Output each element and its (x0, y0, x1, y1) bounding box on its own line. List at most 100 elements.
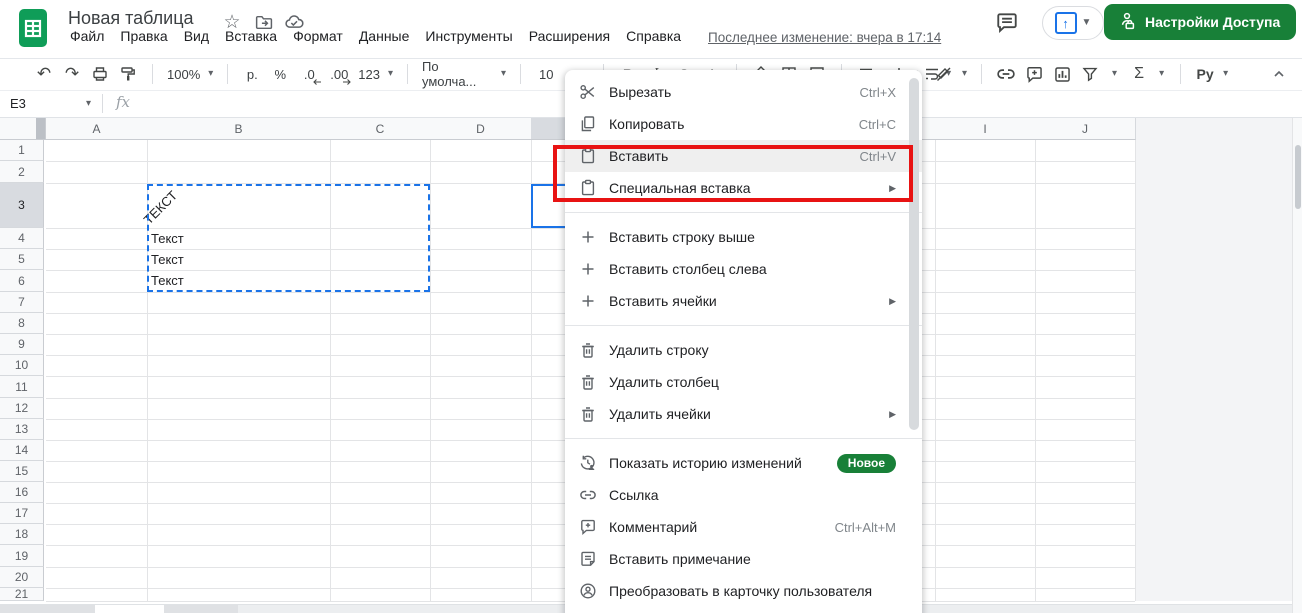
select-all-corner[interactable] (0, 118, 46, 140)
redo-button[interactable]: ↷ (58, 62, 86, 86)
row-header-21[interactable]: 21 (0, 587, 44, 601)
menu-item-insert-note[interactable]: Вставить примечание (565, 543, 922, 575)
menu-item-show-edit-history[interactable]: Показать историю изменений Новое (565, 447, 922, 479)
row-header-13[interactable]: 13 (0, 419, 44, 440)
submenu-arrow-icon: ▶ (889, 182, 896, 193)
menubar-item-4[interactable]: Формат (293, 28, 343, 44)
row-header-9[interactable]: 9 (0, 334, 44, 355)
row-header-14[interactable]: 14 (0, 440, 44, 461)
column-header-c[interactable]: C (330, 118, 431, 140)
row-header-19[interactable]: 19 (0, 545, 44, 567)
menu-item-delete-column[interactable]: Удалить столбец (565, 366, 922, 398)
menubar-item-7[interactable]: Расширения (529, 28, 610, 44)
row-header-20[interactable]: 20 (0, 567, 44, 588)
google-sheets-app: ТЕКСТ Текст Текст Текст ABCDEFGHIJ 12345… (0, 0, 1302, 613)
trash-icon (579, 405, 597, 423)
row-header-3[interactable]: 3 (0, 183, 44, 228)
publish-button[interactable]: ↑ ▼ (1042, 6, 1104, 40)
column-header-i[interactable]: I (935, 118, 1036, 140)
column-header-d[interactable]: D (430, 118, 532, 140)
row-header-1[interactable]: 1 (0, 140, 44, 161)
zoom-select[interactable]: 100% ▾ (163, 62, 217, 86)
row-header-2[interactable]: 2 (0, 161, 44, 183)
hide-toolbar-button[interactable] (1266, 62, 1292, 86)
submenu-arrow-icon: ▶ (889, 295, 896, 306)
menubar-item-8[interactable]: Справка (626, 28, 681, 44)
menu-item-comment[interactable]: Комментарий Ctrl+Alt+M (565, 511, 922, 543)
number-format-select[interactable]: 123 ▾ (354, 62, 397, 86)
menu-divider (565, 325, 922, 326)
row-header-12[interactable]: 12 (0, 398, 44, 419)
text-rotation-button[interactable] (930, 62, 958, 86)
row-header-15[interactable]: 15 (0, 461, 44, 482)
menubar: Файл Правка Вид Вставка Формат Данные Инструме… (70, 28, 681, 44)
insert-link-button[interactable] (992, 62, 1020, 86)
comments-button[interactable] (992, 8, 1022, 38)
menu-item-insert-cells[interactable]: Вставить ячейки ▶ (565, 285, 922, 317)
last-edit-link[interactable]: Последнее изменение: вчера в 17:14 (708, 30, 941, 45)
copied-range-marquee (147, 184, 430, 292)
menu-item-delete-row[interactable]: Удалить строку (565, 334, 922, 366)
menubar-item-3[interactable]: Вставка (225, 28, 277, 44)
plus-icon (579, 292, 597, 310)
row-header-11[interactable]: 11 (0, 376, 44, 398)
menubar-item-6[interactable]: Инструменты (425, 28, 512, 44)
name-box[interactable]: E3 (0, 90, 100, 117)
active-sheet-tab[interactable] (95, 605, 164, 613)
share-button[interactable]: Настройки Доступа (1104, 4, 1297, 40)
row-header-18[interactable]: 18 (0, 524, 44, 545)
sheet-bar-buttons[interactable] (0, 605, 95, 613)
currency-format-button[interactable]: р. (238, 62, 266, 86)
column-header-a[interactable]: A (46, 118, 148, 140)
insert-comment-button[interactable] (1020, 62, 1048, 86)
row-header-6[interactable]: 6 (0, 270, 44, 292)
person-lock-icon (1120, 11, 1136, 34)
column-header-b[interactable]: B (147, 118, 331, 140)
grid-vline (935, 140, 936, 601)
insert-chart-button[interactable] (1048, 62, 1076, 86)
vertical-scrollbar[interactable] (1292, 118, 1302, 613)
column-header-j[interactable]: J (1035, 118, 1136, 140)
filter-button[interactable] (1076, 62, 1104, 86)
row-header-16[interactable]: 16 (0, 482, 44, 503)
document-title[interactable]: Новая таблица (68, 8, 194, 29)
decrease-decimal-button[interactable]: .0 (294, 62, 324, 86)
clipboard-icon (579, 179, 597, 197)
row-header-10[interactable]: 10 (0, 355, 44, 376)
menubar-item-5[interactable]: Данные (359, 28, 410, 44)
menu-divider (565, 438, 922, 439)
menu-item-cut[interactable]: Вырезать Ctrl+X (565, 76, 922, 108)
menu-item-convert-to-people-chip[interactable]: Преобразовать в карточку пользователя (565, 575, 922, 607)
row-header-7[interactable]: 7 (0, 292, 44, 313)
vertical-scrollbar-thumb[interactable] (1295, 145, 1301, 209)
menu-item-paste-special[interactable]: Специальная вставка ▶ (565, 172, 922, 204)
input-tools-button[interactable]: Ру (1191, 62, 1219, 86)
menu-item-insert-row-above[interactable]: Вставить строку выше (565, 221, 922, 253)
paint-format-button[interactable] (114, 62, 142, 86)
row-header-4[interactable]: 4 (0, 228, 44, 249)
menubar-item-0[interactable]: Файл (70, 28, 104, 44)
menu-item-link[interactable]: Ссылка (565, 479, 922, 511)
menubar-item-1[interactable]: Правка (120, 28, 167, 44)
sheets-logo-icon[interactable] (18, 8, 48, 53)
menu-item-paste[interactable]: Вставить Ctrl+V (565, 140, 922, 172)
row-header-8[interactable]: 8 (0, 313, 44, 334)
trash-icon (579, 373, 597, 391)
undo-button[interactable]: ↶ (30, 62, 58, 86)
menubar-item-2[interactable]: Вид (184, 28, 209, 44)
row-header-5[interactable]: 5 (0, 249, 44, 270)
menu-scrollbar-thumb[interactable] (909, 78, 919, 430)
comment-icon (579, 518, 597, 536)
menu-item-copy[interactable]: Копировать Ctrl+C (565, 108, 922, 140)
increase-decimal-button[interactable]: .00 (324, 62, 354, 86)
font-select[interactable]: По умолча... ▾ (418, 59, 510, 89)
menu-item-delete-cells[interactable]: Удалить ячейки ▶ (565, 398, 922, 430)
functions-button[interactable]: Σ (1125, 62, 1153, 86)
history-icon (579, 454, 597, 472)
corner-triangle (36, 118, 45, 139)
row-header-17[interactable]: 17 (0, 503, 44, 524)
print-button[interactable] (86, 62, 114, 86)
percent-format-button[interactable]: % (266, 62, 294, 86)
menu-item-insert-column-left[interactable]: Вставить столбец слева (565, 253, 922, 285)
copy-icon (579, 115, 597, 133)
